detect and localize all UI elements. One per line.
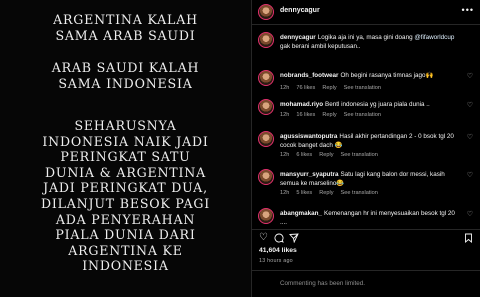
avatar[interactable]: [258, 32, 274, 48]
comment-bar: Commenting has been limited.: [252, 270, 480, 297]
heart-icon[interactable]: ♡: [467, 72, 473, 80]
comments-panel: dennycagur ••• dennycagur Logika aja ini …: [252, 0, 480, 297]
avatar[interactable]: [258, 169, 274, 185]
heart-icon[interactable]: ♡: [467, 133, 473, 141]
like-count[interactable]: 41,604 likes: [259, 247, 297, 254]
comment-username[interactable]: agussiswantoputra: [280, 133, 337, 140]
comment-meta: 12h 76 likes Reply See translation: [280, 85, 381, 91]
caption-text: dennycagur Logika aja ini ya, masa gini d…: [280, 34, 455, 50]
header-username[interactable]: dennycagur: [280, 7, 320, 14]
heart-icon[interactable]: ♡: [467, 101, 473, 109]
commenting-limited-text: Commenting has been limited.: [280, 280, 366, 287]
share-icon[interactable]: [289, 233, 299, 246]
avatar[interactable]: [258, 99, 274, 115]
avatar[interactable]: [258, 4, 274, 20]
post-time: 13 hours ago: [259, 258, 293, 264]
comment-username[interactable]: abangmakan_: [280, 210, 322, 217]
avatar[interactable]: [258, 70, 274, 86]
mention-link[interactable]: @fifaworldcup: [414, 34, 454, 41]
caption-username[interactable]: dennycagur: [280, 34, 316, 41]
heart-icon[interactable]: ♡: [467, 171, 473, 179]
comment-username[interactable]: nobrands_footwear: [280, 72, 338, 79]
comment-icon[interactable]: [274, 233, 284, 246]
comment-text: Oh begini rasanya timnas jago🙌: [340, 72, 434, 79]
post-image: ARGENTINA KALAH SAMA ARAB SAUDI ARAB SAU…: [0, 0, 251, 297]
post-text-line-1: ARGENTINA KALAH SAMA ARAB SAUDI: [53, 12, 198, 43]
heart-icon[interactable]: ♡: [467, 210, 473, 218]
comment-username[interactable]: mohamad.riyo: [280, 101, 323, 108]
post-text-line-2: ARAB SAUDI KALAH SAMA INDONESIA: [51, 60, 200, 91]
comment-text: Bentl indonesia yg juara piala dunia ..: [325, 101, 430, 108]
like-heart-icon[interactable]: ♡: [259, 233, 268, 243]
bookmark-icon[interactable]: [464, 233, 473, 246]
avatar[interactable]: [258, 131, 274, 147]
comment-username[interactable]: mansyurr_syaputra: [280, 171, 338, 178]
more-icon[interactable]: •••: [462, 5, 474, 15]
avatar[interactable]: [258, 208, 274, 224]
action-bar: ♡: [252, 229, 480, 245]
post-header: dennycagur •••: [252, 0, 480, 25]
comment-meta: 12h 6 likes Reply See translation: [280, 152, 378, 158]
post-text-body: SEHARUSNYA INDONESIA NAIK JADI PERINGKAT…: [40, 118, 211, 274]
comment-meta: 12h 5 likes Reply See translation: [280, 190, 378, 196]
comment-meta: 12h 16 likes Reply See translation: [280, 112, 381, 118]
